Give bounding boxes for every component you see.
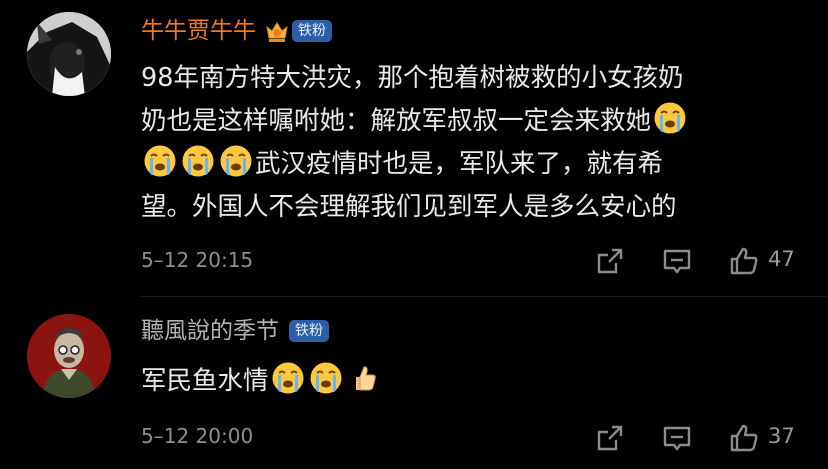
comment-line: 武汉疫情时也是，军队来了，就有希: [141, 143, 801, 186]
fan-badge: 铁粉: [289, 320, 329, 342]
comment-actions: 47: [0, 245, 828, 277]
avatar[interactable]: [27, 314, 111, 398]
crying-face-emoji: [219, 144, 253, 178]
crying-face-emoji: [271, 361, 305, 395]
crying-face-emoji: [309, 361, 343, 395]
comment-line: 98年南方特大洪灾，那个抱着树被救的小女孩奶: [141, 63, 684, 93]
comment-text: 军民鱼水情: [141, 360, 801, 403]
fan-badge: 铁粉: [292, 20, 332, 42]
divider: [141, 296, 828, 297]
crown-badge-icon: [264, 18, 290, 44]
comment-line: 望。外国人不会理解我们见到军人是多么安心的: [141, 192, 677, 222]
comment-icon[interactable]: [661, 422, 693, 454]
comment-line-text: 奶也是这样嘱咐她：解放军叔叔一定会来救她: [141, 106, 652, 136]
like-count: 47: [768, 247, 795, 271]
comment-line-text: 武汉疫情时也是，军队来了，就有希: [255, 149, 664, 179]
username-row: 聽風說的季节 铁粉: [141, 316, 329, 346]
share-icon[interactable]: [594, 245, 626, 277]
comment-item: 牛牛贾牛牛 铁粉 98年南方特大洪灾，那个抱着树被救的小女孩奶 奶也是这样嘱咐她…: [0, 0, 828, 297]
crying-face-emoji: [181, 144, 215, 178]
avatar[interactable]: [27, 12, 111, 96]
username-row: 牛牛贾牛牛 铁粉: [141, 16, 332, 46]
crying-face-emoji: [143, 144, 177, 178]
thumbs-up-emoji: [347, 361, 381, 395]
comment-line: 军民鱼水情: [141, 360, 801, 403]
share-icon[interactable]: [594, 422, 626, 454]
thumbs-up-icon[interactable]: [728, 422, 760, 454]
crying-face-emoji: [653, 101, 687, 135]
like-count: 37: [768, 424, 795, 448]
comment-line-text: 军民鱼水情: [141, 366, 269, 396]
comment-actions: 37: [0, 422, 828, 454]
comment-text: 98年南方特大洪灾，那个抱着树被救的小女孩奶 奶也是这样嘱咐她：解放军叔叔一定会…: [141, 57, 801, 229]
username[interactable]: 牛牛贾牛牛: [141, 16, 256, 46]
thumbs-up-icon[interactable]: [728, 245, 760, 277]
username[interactable]: 聽風說的季节: [141, 316, 279, 346]
comment-line: 奶也是这样嘱咐她：解放军叔叔一定会来救她: [141, 100, 801, 143]
comment-icon[interactable]: [661, 245, 693, 277]
comment-item: 聽風說的季节 铁粉 军民鱼水情 5–12 20:00 37: [0, 302, 828, 469]
